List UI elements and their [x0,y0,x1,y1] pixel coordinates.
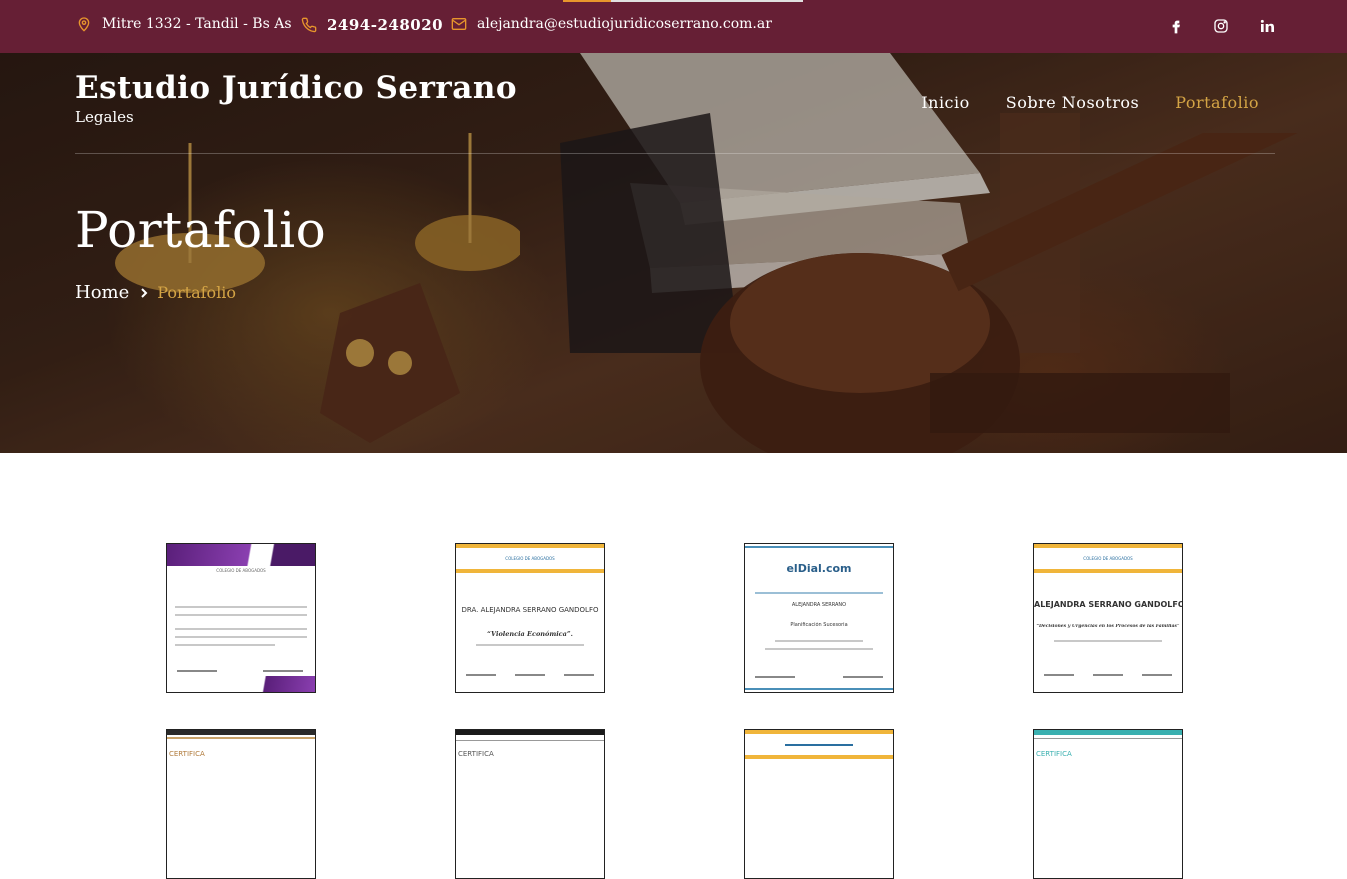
certificate-thumbnail[interactable]: elDial.com ALEJANDRA SERRANO Planificaci… [744,543,894,693]
address-item: Mitre 1332 - Tandil - Bs As [76,16,292,32]
breadcrumb-current: Portafolio [157,283,237,302]
mail-icon [451,16,467,32]
certificate-thumbnail[interactable]: COLEGIO DE ABOGADOS [166,543,316,693]
certificate-thumbnail[interactable]: COLEGIO DE ABOGADOS DRA. ALEJANDRA SERRA… [455,543,605,693]
certificate-subject: “Decisiones y Urgencias en los Procesos … [1036,624,1180,629]
phone-text[interactable]: 2494-248020 [327,16,443,34]
page-title: Portafolio [75,201,327,259]
certificate-issuer: COLEGIO DE ABOGADOS [1083,556,1133,561]
brand-tagline: Legales [75,108,134,126]
header-divider [75,153,1275,154]
linkedin-icon[interactable] [1259,18,1275,36]
certificate-label: CERTIFICA [458,750,494,758]
facebook-icon[interactable] [1168,18,1184,36]
certificate-thumbnail[interactable] [744,729,894,879]
certificate-recipient: ALEJANDRA SERRANO [791,602,847,608]
email-item[interactable]: alejandra@estudiojuridicoserrano.com.ar [451,16,772,32]
certificate-issuer: elDial.com [786,562,852,575]
top-accent-line [563,0,803,2]
phone-item[interactable]: 2494-248020 [301,16,443,34]
chevron-right-icon [139,287,149,299]
email-text[interactable]: alejandra@estudiojuridicoserrano.com.ar [477,16,772,32]
certificate-subject: “Violencia Económica”. [487,630,573,638]
nav-item-portafolio[interactable]: Portafolio [1175,93,1259,112]
nav-item-inicio[interactable]: Inicio [921,93,969,112]
certificate-recipient: DRA. ALEJANDRA SERRANO GANDOLFO [461,606,599,614]
certificate-label: CERTIFICA [169,750,205,758]
brand-name[interactable]: Estudio Jurídico Serrano [75,70,517,106]
certificate-thumbnail[interactable]: COLEGIO DE ABOGADOS ALEJANDRA SERRANO GA… [1033,543,1183,693]
portfolio-gallery: COLEGIO DE ABOGADOS COLEGIO DE ABOGADOS … [0,453,1347,879]
map-pin-icon [76,16,92,32]
certificate-label: CERTIFICA [1036,750,1072,758]
certificate-thumbnail[interactable]: CERTIFICA [455,729,605,879]
top-contact-bar: Mitre 1332 - Tandil - Bs As 2494-248020 … [0,0,1347,53]
certificate-issuer: COLEGIO DE ABOGADOS [505,556,555,561]
breadcrumb: Home Portafolio [75,282,236,303]
site-brand[interactable]: Estudio Jurídico Serrano Legales [75,70,517,126]
certificate-thumbnail[interactable]: CERTIFICA [166,729,316,879]
main-nav: Inicio Sobre Nosotros Portafolio [921,93,1259,112]
instagram-icon[interactable] [1213,18,1229,36]
certificate-issuer: COLEGIO DE ABOGADOS [216,568,266,573]
certificate-recipient: ALEJANDRA SERRANO GANDOLFO [1034,600,1182,609]
hero-banner: Estudio Jurídico Serrano Legales Inicio … [0,53,1347,453]
nav-item-sobre-nosotros[interactable]: Sobre Nosotros [1006,93,1139,112]
breadcrumb-home[interactable]: Home [75,282,129,303]
certificate-subject: Planificación Sucesoria [790,622,848,628]
certificate-thumbnail[interactable]: CERTIFICA [1033,729,1183,879]
address-text: Mitre 1332 - Tandil - Bs As [102,16,292,32]
phone-icon [301,17,317,33]
